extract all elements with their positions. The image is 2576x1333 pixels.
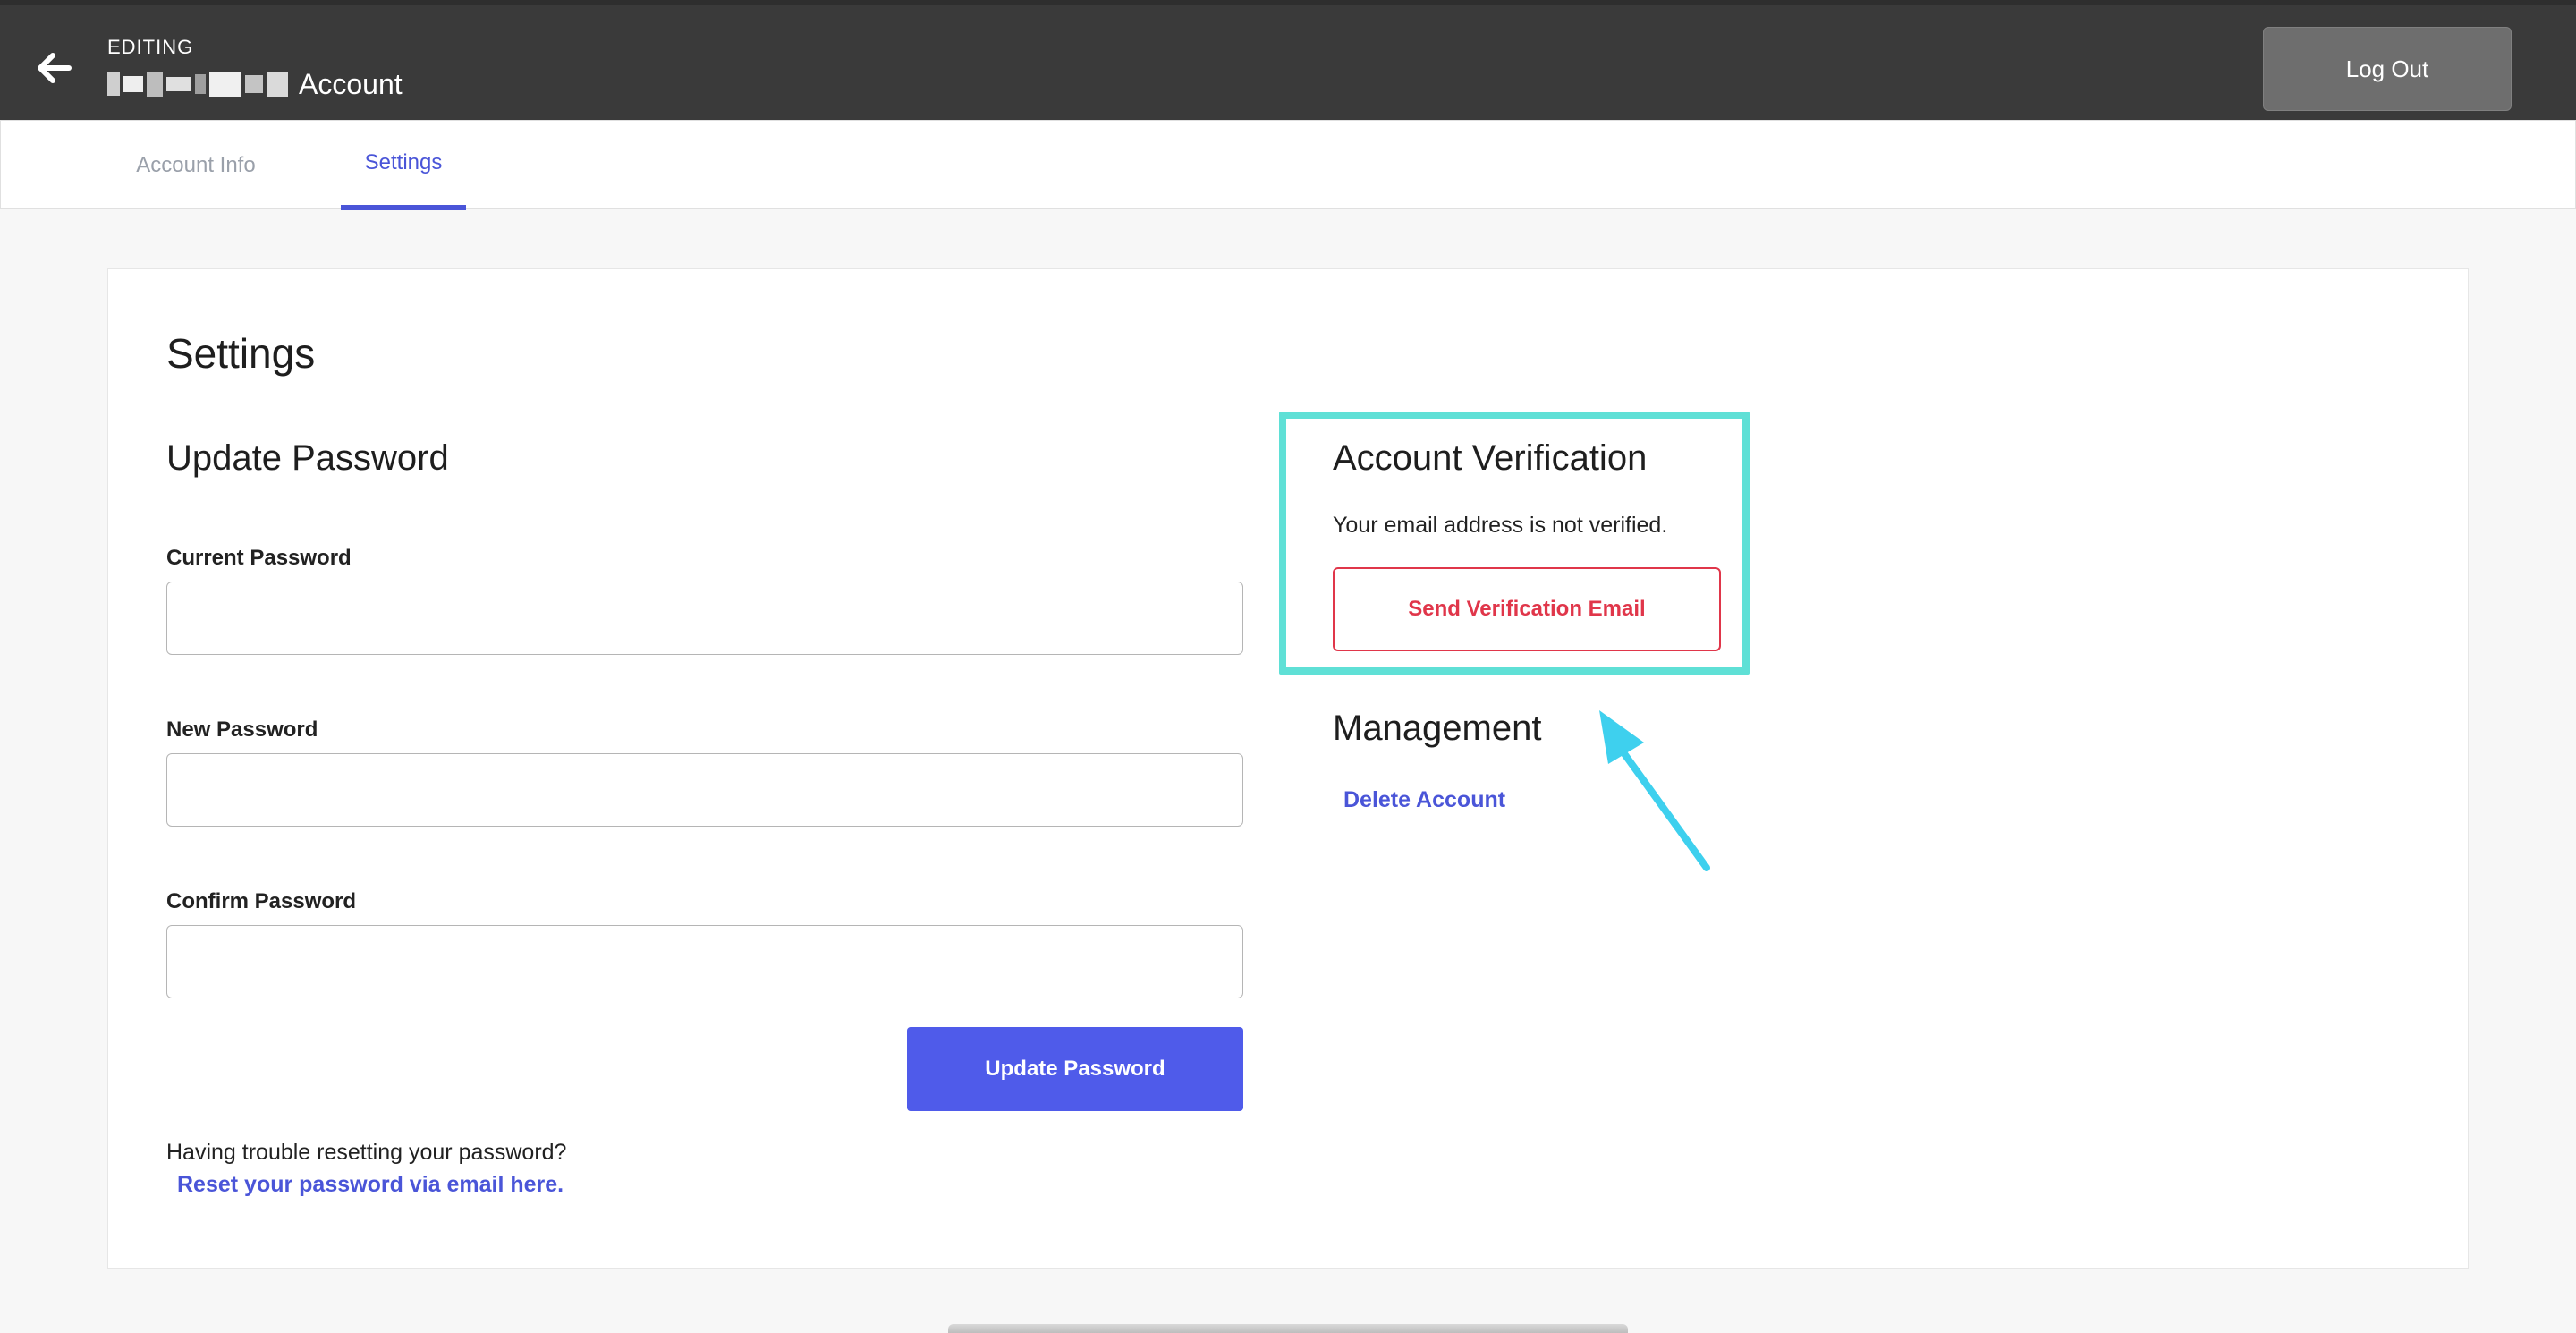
new-password-input[interactable] xyxy=(166,753,1243,827)
send-verification-email-button[interactable]: Send Verification Email xyxy=(1333,567,1721,651)
update-password-heading: Update Password xyxy=(166,438,449,478)
confirm-password-input[interactable] xyxy=(166,925,1243,998)
header-eyebrow: EDITING xyxy=(107,36,194,58)
account-verification-heading: Account Verification xyxy=(1333,438,1648,478)
top-header: EDITING Account Log Out xyxy=(0,0,2576,120)
arrow-left-icon xyxy=(38,53,72,83)
management-heading: Management xyxy=(1333,709,1542,748)
tab-settings[interactable]: Settings xyxy=(341,121,466,210)
new-password-label: New Password xyxy=(166,717,318,742)
logout-button[interactable]: Log Out xyxy=(2263,27,2512,111)
account-title-text: Account xyxy=(299,67,402,100)
current-password-label: Current Password xyxy=(166,546,352,570)
verification-status-text: Your email address is not verified. xyxy=(1333,513,1668,538)
page-title: Settings xyxy=(166,330,316,377)
current-password-input[interactable] xyxy=(166,582,1243,655)
password-help-text: Having trouble resetting your password? xyxy=(166,1140,567,1165)
bottom-edge xyxy=(948,1324,1628,1333)
tab-bar: Account Info Settings xyxy=(0,120,2576,210)
confirm-password-label: Confirm Password xyxy=(166,889,357,913)
account-title: Account xyxy=(107,66,402,102)
delete-account-link[interactable]: Delete Account xyxy=(1343,787,1505,813)
annotation-arrow-icon xyxy=(1599,710,1710,871)
tab-account-info[interactable]: Account Info xyxy=(108,121,284,210)
reset-password-link[interactable]: Reset your password via email here. xyxy=(177,1172,564,1198)
update-password-button[interactable]: Update Password xyxy=(907,1027,1243,1111)
back-button[interactable] xyxy=(34,50,75,86)
redacted-account-name xyxy=(107,72,288,97)
